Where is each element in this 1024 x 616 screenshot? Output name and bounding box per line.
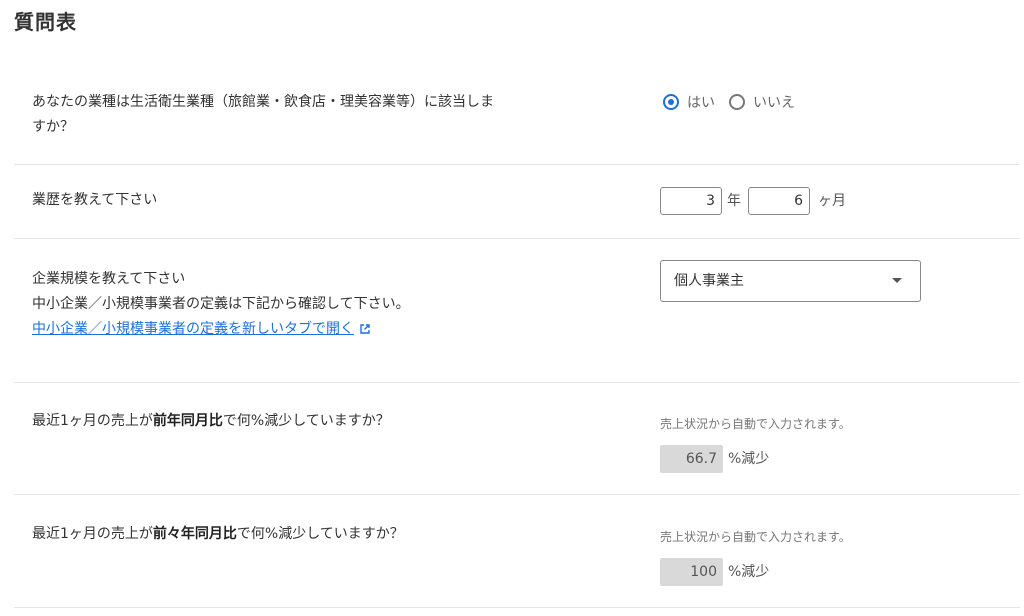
months-input[interactable]: 6 (748, 187, 810, 215)
chevron-down-icon (892, 278, 902, 283)
radio-yes-label[interactable]: はい (687, 92, 715, 112)
question-business-history: 業歴を教えて下さい (32, 192, 158, 208)
divider (14, 164, 1020, 165)
question-company-size-line2: 中小企業／小規模事業者の定義は下記から確認して下さい。 (32, 296, 410, 312)
question-company-size: 企業規模を教えて下さい 中小企業／小規模事業者の定義は下記から確認して下さい。 … (32, 267, 410, 342)
auto-fill-hint: 売上状況から自動で入力されます。 (660, 530, 851, 544)
yoy-decrease-value: 66.7 (660, 445, 723, 473)
question-company-size-line1: 企業規模を教えて下さい (32, 271, 186, 287)
question-industry-line2: すか？ (32, 119, 74, 135)
page-title: 質問表 (14, 10, 77, 34)
divider (14, 494, 1020, 495)
question-two-year-prefix: 最近1ヶ月の売上が (32, 526, 153, 542)
years-unit: 年 (727, 193, 741, 209)
years-input[interactable]: 3 (660, 187, 722, 215)
external-link-icon[interactable] (360, 324, 370, 334)
divider (14, 238, 1020, 239)
question-yoy-suffix: で何%減少していますか？ (222, 413, 390, 429)
question-yoy-bold: 前年同月比 (152, 413, 223, 429)
yoy-decrease-unit: %減少 (728, 451, 770, 467)
company-size-select[interactable]: 個人事業主 (660, 260, 921, 302)
question-industry-line1: あなたの業種は生活衛生業種（旅館業・飲食店・理美容業等）に該当しま (32, 94, 494, 110)
two-year-decrease-unit: %減少 (728, 564, 770, 580)
radio-yes[interactable] (663, 94, 679, 110)
question-two-year-bold: 前々年同月比 (152, 526, 237, 542)
question-yoy-decrease: 最近1ヶ月の売上が前年同月比で何%減少していますか？ (32, 409, 390, 434)
auto-fill-hint: 売上状況から自動で入力されます。 (660, 417, 851, 431)
divider (14, 607, 1020, 608)
industry-radio-group: はい いいえ (663, 92, 809, 112)
question-two-year-decrease: 最近1ヶ月の売上が前々年同月比で何%減少していますか？ (32, 522, 404, 547)
definition-link[interactable]: 中小企業／小規模事業者の定義を新しいタブで開く (32, 321, 354, 337)
radio-no[interactable] (729, 94, 745, 110)
divider (14, 382, 1020, 383)
radio-no-label[interactable]: いいえ (753, 92, 795, 112)
question-industry: あなたの業種は生活衛生業種（旅館業・飲食店・理美容業等）に該当しま すか？ (32, 90, 494, 140)
question-two-year-suffix: で何%減少していますか？ (236, 526, 404, 542)
company-size-select-value: 個人事業主 (674, 273, 744, 289)
months-unit: ヶ月 (818, 193, 846, 209)
question-yoy-prefix: 最近1ヶ月の売上が (32, 413, 153, 429)
two-year-decrease-value: 100 (660, 558, 723, 586)
